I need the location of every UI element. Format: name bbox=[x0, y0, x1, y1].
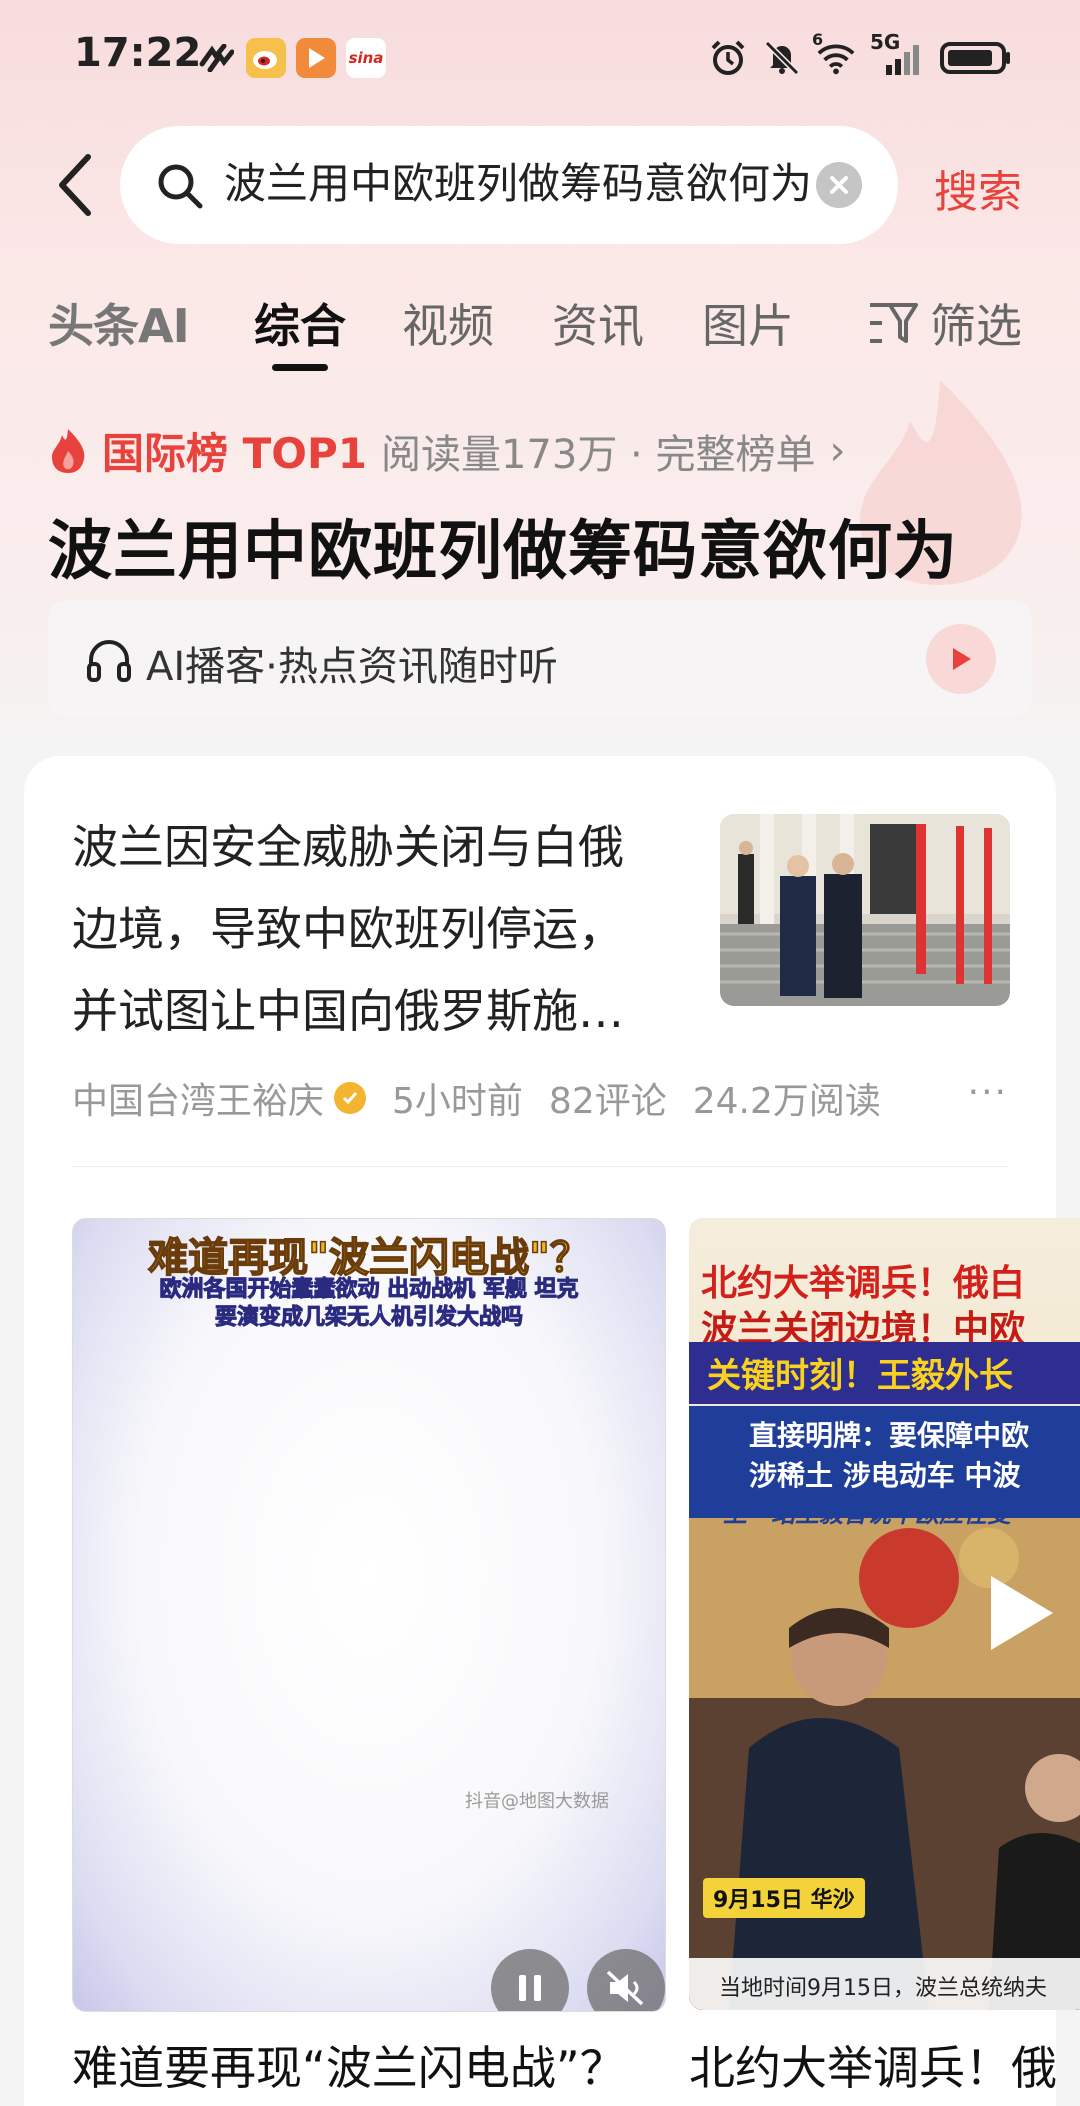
video1-overlay-sub: 要演变成几架无人机引发大战吗 bbox=[214, 1305, 523, 1331]
video2-blue-text: 直接明牌：要保障中欧 bbox=[749, 1419, 1030, 1452]
play-icon bbox=[953, 648, 971, 670]
video-card-2[interactable]: 北约大举调兵！俄白 波兰关闭边境！中欧 关键时刻！王毅外长 直接明牌：要保障中欧… bbox=[689, 1218, 1080, 2010]
video-card-1[interactable]: 难道再现"波兰闪电战"？ 欧洲各国开始蠢蠢欲动 出动战机 军舰 坦克 要演变成几… bbox=[72, 1218, 666, 2012]
back-button[interactable] bbox=[44, 150, 104, 220]
podcast-play-button[interactable] bbox=[926, 624, 996, 694]
signal-icon: 5G bbox=[870, 30, 926, 78]
video2-subcaption: 上一站王毅曾说中欧应在变 bbox=[723, 1500, 1011, 1528]
video2-bottom-text: 当地时间9月15日，波兰总统纳夫 bbox=[719, 1976, 1047, 2001]
results-card: 波兰因安全威胁关闭与白俄 边境，导致中欧班列停运， 并试图让中国向俄罗斯施… 中… bbox=[24, 756, 1080, 2106]
video-app-icon bbox=[296, 38, 336, 78]
article-reads: 24.2万阅读 bbox=[692, 1081, 881, 1122]
result-tabs: 头条AI 综合 视频 资讯 图片 筛选 bbox=[0, 282, 1080, 372]
sina-label: sina bbox=[348, 49, 384, 67]
network-label: 5G bbox=[870, 30, 901, 54]
search-header: 波兰用中欧班列做筹码意欲何为 搜索 bbox=[0, 120, 1080, 250]
video1-watermark: 抖音@地图大数据 bbox=[465, 1791, 609, 1812]
status-app-icons: sina bbox=[196, 38, 386, 78]
search-button[interactable]: 搜索 bbox=[934, 156, 1022, 220]
mute-button[interactable] bbox=[587, 1949, 665, 2011]
weibo-icon bbox=[246, 38, 286, 78]
hot-topic-title[interactable]: 波兰用中欧班列做筹码意欲何为 bbox=[48, 500, 958, 592]
active-tab-indicator bbox=[272, 364, 328, 371]
article-meta: 中国台湾王裕庆 5小时前 82评论 24.2万阅读 bbox=[72, 1072, 881, 1124]
article-author[interactable]: 中国台湾王裕庆 bbox=[72, 1072, 324, 1124]
article-thumbnail[interactable] bbox=[720, 814, 1010, 1006]
wifi-label: 6 bbox=[812, 30, 824, 49]
article-title-line: 边境，导致中欧班列停运， bbox=[72, 902, 624, 956]
article-title-line: 并试图让中国向俄罗斯施… bbox=[72, 984, 624, 1038]
video2-date-tag: 9月15日 华沙 bbox=[703, 1878, 865, 1918]
tab-video[interactable]: 视频 bbox=[402, 290, 494, 356]
search-icon bbox=[158, 164, 203, 209]
search-input[interactable]: 波兰用中欧班列做筹码意欲何为 bbox=[224, 156, 904, 212]
video1-caption[interactable]: 难道要再现“波兰闪电战”？ bbox=[72, 2032, 626, 2098]
link-icon bbox=[196, 38, 236, 78]
pause-icon bbox=[519, 1975, 541, 2001]
hot-rank-line[interactable]: 国际榜 TOP1 阅读量173万 · 完整榜单 › bbox=[48, 420, 845, 481]
volume-muted-icon bbox=[606, 1970, 644, 2006]
flame-icon bbox=[52, 428, 85, 473]
rank-label: 国际榜 TOP1 bbox=[102, 429, 367, 478]
verified-icon bbox=[334, 1082, 367, 1114]
filter-label: 筛选 bbox=[930, 299, 1022, 353]
article-photo bbox=[720, 814, 1010, 1006]
more-options-button[interactable]: ··· bbox=[968, 1072, 1008, 1113]
sina-icon: sina bbox=[346, 38, 386, 78]
alarm-icon bbox=[708, 38, 748, 78]
article-comments: 82评论 bbox=[548, 1081, 667, 1122]
ai-podcast-bar[interactable]: AI播客·热点资讯随时听 bbox=[48, 600, 1032, 718]
rank-meta[interactable]: 阅读量173万 · 完整榜单 bbox=[381, 422, 816, 480]
wifi-icon: 6 bbox=[812, 30, 856, 78]
tab-images[interactable]: 图片 bbox=[702, 290, 794, 356]
headphones-icon bbox=[87, 640, 131, 682]
podcast-label: AI播客·热点资讯随时听 bbox=[146, 644, 558, 690]
article-title[interactable]: 波兰因安全威胁关闭与白俄 边境，导致中欧班列停运， 并试图让中国向俄罗斯施… bbox=[72, 806, 672, 1052]
video2-headline: 北约大举调兵！俄白 bbox=[701, 1263, 1026, 1304]
mute-bell-icon bbox=[762, 38, 802, 78]
battery-icon bbox=[940, 38, 1012, 78]
status-time: 17:22 bbox=[74, 30, 202, 76]
video2-blue-text: 涉稀土 涉电动车 中波 bbox=[749, 1459, 1021, 1492]
status-right-icons: 6 5G bbox=[708, 30, 1012, 78]
article-title-line: 波兰因安全威胁关闭与白俄 bbox=[72, 820, 624, 874]
tab-toutiao-ai[interactable]: 头条AI bbox=[48, 290, 190, 356]
tab-news[interactable]: 资讯 bbox=[552, 290, 644, 356]
divider bbox=[72, 1166, 1008, 1167]
clear-search-button[interactable] bbox=[816, 162, 862, 208]
search-box[interactable]: 波兰用中欧班列做筹码意欲何为 bbox=[120, 126, 898, 244]
filter-button[interactable]: 筛选 bbox=[868, 290, 1022, 356]
article-time: 5小时前 bbox=[392, 1081, 523, 1122]
pause-button[interactable] bbox=[491, 1949, 569, 2011]
tab-all[interactable]: 综合 bbox=[254, 290, 346, 356]
chevron-right-icon: › bbox=[829, 427, 846, 474]
status-bar: 17:22 sina 6 5G bbox=[0, 0, 1080, 120]
play-icon bbox=[991, 1576, 1053, 1650]
filter-icon bbox=[870, 303, 918, 343]
video2-caption[interactable]: 北约大举调兵！俄 bbox=[689, 2032, 1057, 2098]
video2-headline: 关键时刻！王毅外长 bbox=[707, 1356, 1013, 1396]
close-icon bbox=[830, 176, 848, 194]
back-arrow-icon bbox=[59, 154, 91, 216]
